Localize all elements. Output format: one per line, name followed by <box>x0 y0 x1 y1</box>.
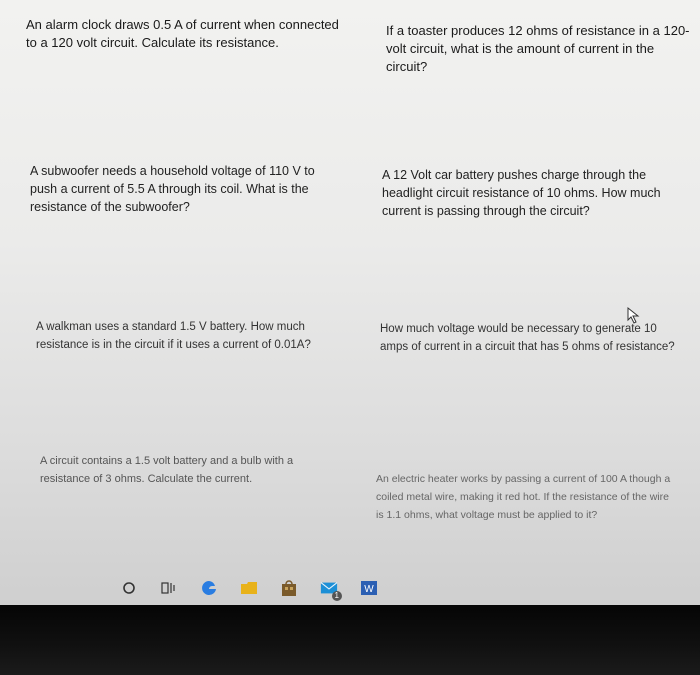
search-circle-icon[interactable] <box>120 579 138 597</box>
question-1: An alarm clock draws 0.5 A of current wh… <box>26 17 339 50</box>
question-6: How much voltage would be necessary to g… <box>380 323 675 353</box>
edge-browser-icon[interactable] <box>200 579 218 597</box>
question-3: A subwoofer needs a household voltage of… <box>30 164 315 214</box>
question-7: A circuit contains a 1.5 volt battery an… <box>40 455 294 485</box>
task-view-icon[interactable] <box>160 579 178 597</box>
store-icon[interactable] <box>280 579 298 597</box>
question-8: An electric heater works by passing a cu… <box>376 473 671 521</box>
mail-icon[interactable]: 1 <box>320 579 342 601</box>
question-5: A walkman uses a standard 1.5 V battery.… <box>36 321 311 351</box>
screen: An alarm clock draws 0.5 A of current wh… <box>0 0 700 605</box>
taskbar: 1 W <box>100 572 440 604</box>
file-explorer-icon[interactable] <box>240 579 258 597</box>
question-4: A 12 Volt car battery pushes charge thro… <box>382 168 661 218</box>
question-2: If a toaster produces 12 ohms of resista… <box>386 23 690 74</box>
mouse-cursor-icon <box>627 306 640 324</box>
monitor-bezel <box>0 605 700 675</box>
svg-text:W: W <box>364 584 374 595</box>
mail-badge: 1 <box>331 591 342 601</box>
word-icon[interactable]: W <box>360 579 378 597</box>
